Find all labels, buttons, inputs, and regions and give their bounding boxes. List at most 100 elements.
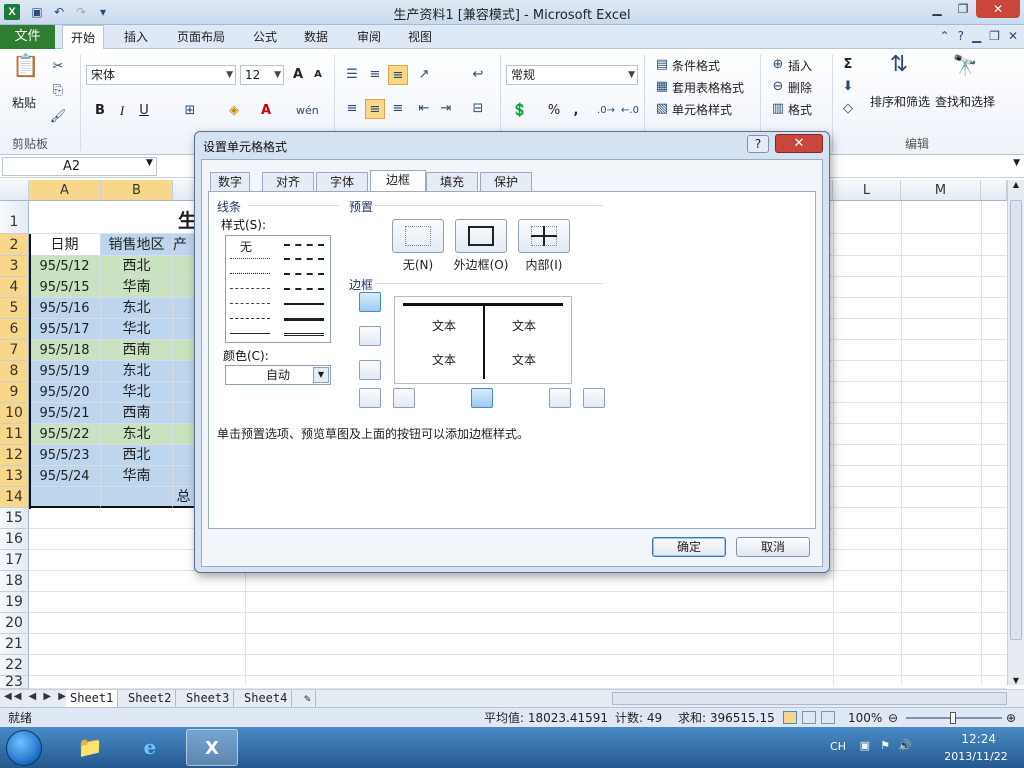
insert-sheet-icon[interactable]: ✎ [300,690,316,707]
vertical-scroll-thumb[interactable] [1010,200,1022,640]
row-header[interactable]: 13 [0,466,29,487]
tab-view[interactable]: 视图 [408,25,432,49]
row-header[interactable]: 22 [0,655,29,676]
page-layout-view-icon[interactable] [802,711,816,724]
percent-button[interactable]: % [544,101,564,121]
line-style-hair[interactable] [230,258,270,259]
column-header-m[interactable]: M [901,180,981,201]
number-format-combo[interactable]: 常规 ▼ [506,65,638,85]
doc-close-icon[interactable]: ✕ [1008,29,1018,43]
row-header[interactable]: 8 [0,361,29,382]
tab-protection[interactable]: 保护 [480,172,532,191]
insert-cells-button[interactable]: 插入 [788,57,812,74]
line-style-dash-dot[interactable] [230,303,270,304]
font-name-combo[interactable]: 宋体 ▼ [86,65,236,85]
format-as-table-icon[interactable]: ▦ [652,77,672,97]
flag-icon[interactable]: ⚑ [880,739,890,752]
clock-date[interactable]: 2013/11/22 [936,750,1016,763]
doc-restore-icon[interactable]: ❐ [989,29,1000,43]
column-header-n[interactable] [981,180,1007,201]
normal-view-icon[interactable] [783,711,797,724]
zoom-slider-thumb[interactable] [950,712,956,724]
sheet-tab-1[interactable]: Sheet1 [66,690,119,707]
merge-center-icon[interactable]: ⊟ [468,99,488,119]
sheet-tab-2[interactable]: Sheet2 [124,690,177,707]
zoom-level[interactable]: 100% [848,708,882,728]
page-break-view-icon[interactable] [821,711,835,724]
row-header[interactable]: 17 [0,550,29,571]
insert-cells-icon[interactable]: ⊕ [768,55,788,75]
fill-icon[interactable]: ⬇ [838,77,858,97]
row-header[interactable]: 19 [0,592,29,613]
conditional-format-button[interactable]: 条件格式 [672,57,720,74]
format-cells-button[interactable]: 格式 [788,101,812,118]
row-header[interactable]: 10 [0,403,29,424]
accounting-format-icon[interactable]: 💲 [510,101,530,121]
paste-icon[interactable]: 📋 [12,56,40,87]
ok-button[interactable]: 确定 [652,537,726,557]
line-style-dash-dot-dot[interactable] [230,288,270,289]
excel-taskbar-icon[interactable]: X [186,729,238,766]
column-header-a[interactable]: A [29,180,101,201]
phonetic-icon[interactable]: wén [296,101,319,121]
chevron-down-icon[interactable]: ▼ [146,158,153,168]
sheet-tab-3[interactable]: Sheet3 [182,690,235,707]
row-header[interactable]: 16 [0,529,29,550]
border-bottom-button[interactable] [359,360,381,380]
align-center-icon[interactable]: ≡ [365,99,385,119]
line-style-list[interactable]: 无 [225,235,331,343]
row-header[interactable]: 18 [0,571,29,592]
format-cells-icon[interactable]: ▥ [768,99,788,119]
font-color-icon[interactable]: A [256,101,276,121]
cancel-button[interactable]: 取消 [736,537,810,557]
line-style-none[interactable]: 无 [240,238,252,255]
increase-decimal-icon[interactable]: .0→ [596,101,616,121]
line-style-slanted-dash-dot[interactable] [284,258,324,260]
row-header[interactable]: 15 [0,508,29,529]
column-header-b[interactable]: B [101,180,173,201]
align-middle-icon[interactable]: ≡ [365,65,385,85]
ie-taskbar-icon[interactable]: e [124,729,176,766]
line-style-thin[interactable] [230,333,270,334]
tab-review[interactable]: 审阅 [357,25,381,49]
row-header[interactable]: 14 [0,487,29,508]
tab-insert[interactable]: 插入 [124,25,148,49]
vertical-scrollbar[interactable]: ▲ ▼ [1007,180,1024,685]
restore-button[interactable]: ❐ [950,0,976,18]
borders-icon[interactable]: ⊞ [180,101,200,121]
row-header[interactable]: 9 [0,382,29,403]
line-style-medium-dashed[interactable] [284,288,324,290]
help-icon[interactable]: ? [958,29,964,43]
border-right-button[interactable] [549,388,571,408]
increase-indent-icon[interactable]: ⇥ [436,99,456,119]
fill-color-icon[interactable]: ◈ [224,101,244,121]
line-style-thick[interactable] [284,318,324,321]
line-style-dotted[interactable] [230,273,270,274]
horizontal-scrollbar[interactable] [612,692,1007,705]
row-header[interactable]: 6 [0,319,29,340]
clear-icon[interactable]: ◇ [838,99,858,119]
preset-inside-button[interactable] [518,219,570,253]
align-right-icon[interactable]: ≡ [388,99,408,119]
row-header[interactable]: 3 [0,256,29,277]
clock-time[interactable]: 12:24 [961,732,996,746]
cut-icon[interactable]: ✂ [48,57,68,77]
row-header[interactable]: 11 [0,424,29,445]
minimize-button[interactable]: ▁ [924,0,950,18]
zoom-out-icon[interactable]: ⊖ [888,708,898,728]
close-window-button[interactable]: ✕ [976,0,1020,18]
shrink-font-icon[interactable]: A [308,65,328,85]
tab-formulas[interactable]: 公式 [253,25,277,49]
border-center-vertical-button[interactable] [471,388,493,408]
bold-button[interactable]: B [90,101,110,121]
row-header[interactable]: 4 [0,277,29,298]
tab-page-layout[interactable]: 页面布局 [177,25,225,49]
line-style-double[interactable] [284,333,324,336]
cell-styles-icon[interactable]: ▧ [652,99,672,119]
delete-cells-icon[interactable]: ⊖ [768,77,788,97]
file-tab[interactable]: 文件 [0,25,55,49]
find-select-icon[interactable]: 🔭 [950,55,980,85]
doc-minimize-icon[interactable]: ▁ [972,29,981,43]
tab-font[interactable]: 字体 [316,172,368,191]
wrap-text-icon[interactable]: ↩ [468,65,488,85]
